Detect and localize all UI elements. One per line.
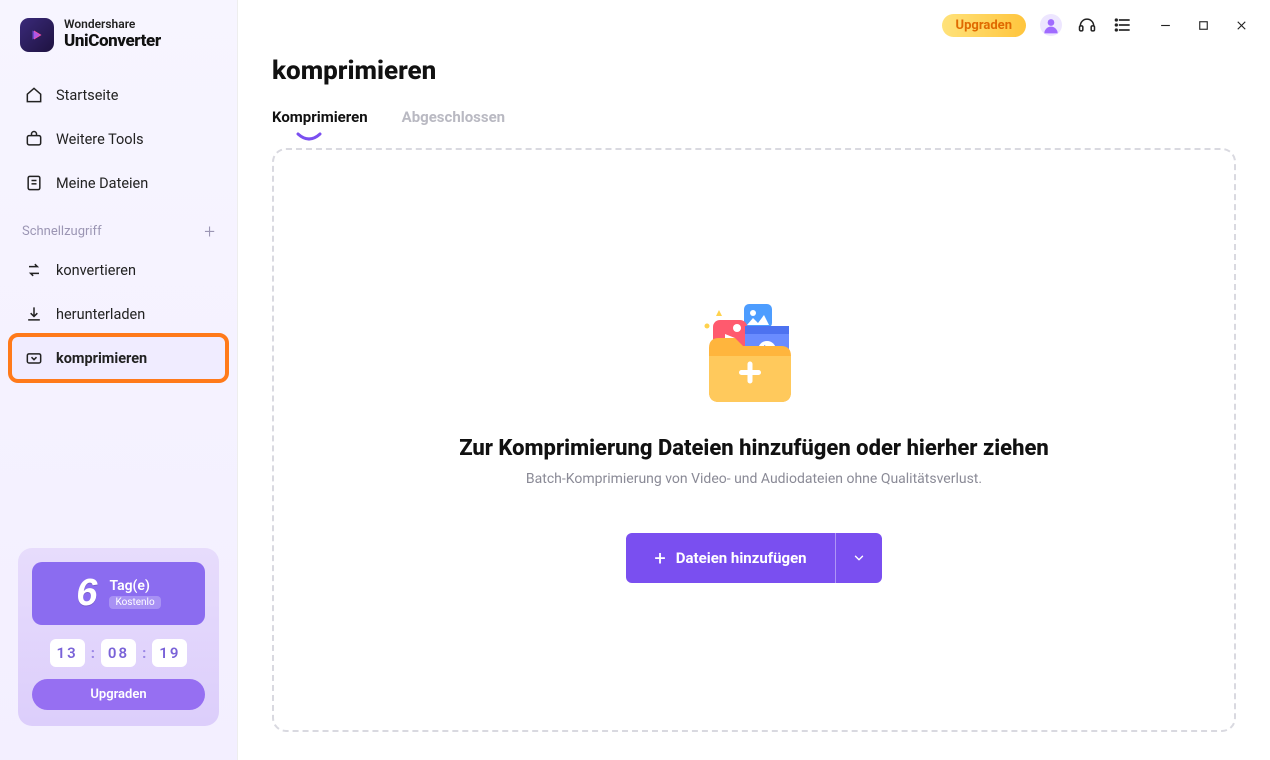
account-icon[interactable]	[1040, 14, 1062, 36]
quick-access-add-icon[interactable]: +	[204, 222, 215, 241]
sidebar-item-label: Startseite	[56, 87, 118, 104]
brand: Wondershare UniConverter	[0, 18, 237, 74]
sidebar-item-startseite[interactable]: Startseite	[12, 74, 225, 116]
tab-komprimieren[interactable]: Komprimieren	[272, 108, 368, 132]
trial-minutes: 08	[101, 639, 136, 667]
menu-list-icon[interactable]	[1112, 14, 1134, 36]
brand-wondershare: Wondershare	[64, 18, 161, 32]
main: Upgraden komprimieren Komprimieren Abges…	[238, 0, 1270, 760]
trial-upgrade-button[interactable]: Upgraden	[32, 679, 205, 710]
tab-underline-icon	[296, 128, 322, 138]
chevron-down-icon	[852, 551, 866, 565]
download-icon	[24, 304, 44, 324]
tab-label: Komprimieren	[272, 108, 368, 126]
window-close-icon[interactable]	[1230, 14, 1252, 36]
files-icon	[24, 173, 44, 193]
titlebar: Upgraden	[238, 0, 1270, 40]
dropzone-illustration-icon	[689, 298, 819, 418]
dropzone-subtext: Batch-Komprimierung von Video- und Audio…	[526, 471, 982, 487]
tab-label: Abgeschlossen	[402, 108, 505, 126]
trial-days-display: 6 Tag(e) Kostenlo	[32, 562, 205, 625]
trial-hours: 13	[50, 639, 85, 667]
sidebar-item-label: konvertieren	[56, 262, 136, 279]
add-files-dropdown-button[interactable]	[835, 533, 882, 583]
titlebar-upgrade-button[interactable]: Upgraden	[942, 14, 1026, 37]
compress-icon	[24, 348, 44, 368]
brand-uniconverter: UniConverter	[64, 32, 161, 52]
trial-days-number: 6	[76, 572, 97, 615]
home-icon	[24, 85, 44, 105]
plus-icon: +	[654, 546, 665, 570]
trial-seconds: 19	[152, 639, 187, 667]
sidebar-item-meine-dateien[interactable]: Meine Dateien	[12, 162, 225, 204]
trial-card: 6 Tag(e) Kostenlo 13 : 08 : 19 Upgraden	[18, 548, 219, 726]
convert-icon	[24, 260, 44, 280]
window-maximize-icon[interactable]	[1192, 14, 1214, 36]
dropzone-heading: Zur Komprimierung Dateien hinzufügen ode…	[459, 436, 1049, 461]
sidebar-item-konvertieren[interactable]: konvertieren	[12, 249, 225, 291]
headset-icon[interactable]	[1076, 14, 1098, 36]
page-title: komprimieren	[272, 56, 1236, 86]
trial-days-label: Tag(e)	[109, 578, 149, 594]
quick-access-header: Schnellzugriff +	[0, 204, 237, 249]
sidebar-item-label: komprimieren	[56, 350, 147, 367]
sidebar-item-komprimieren[interactable]: komprimieren	[12, 337, 225, 379]
quick-access-label: Schnellzugriff	[22, 224, 102, 239]
brand-logo-icon	[20, 18, 54, 52]
toolbox-icon	[24, 129, 44, 149]
sidebar-item-herunterladen[interactable]: herunterladen	[12, 293, 225, 335]
sidebar-item-label: Weitere Tools	[56, 131, 144, 148]
sidebar-item-weitere-tools[interactable]: Weitere Tools	[12, 118, 225, 160]
tabs: Komprimieren Abgeschlossen	[272, 108, 1236, 132]
sidebar-item-label: Meine Dateien	[56, 175, 148, 192]
sidebar: Wondershare UniConverter Startseite Weit…	[0, 0, 238, 760]
sidebar-item-label: herunterladen	[56, 306, 145, 323]
add-files-button[interactable]: + Dateien hinzufügen	[626, 533, 834, 583]
add-files-label: Dateien hinzufügen	[676, 549, 807, 567]
trial-countdown: 13 : 08 : 19	[32, 639, 205, 667]
window-minimize-icon[interactable]	[1154, 14, 1176, 36]
trial-free-label: Kostenlo	[109, 596, 160, 609]
dropzone[interactable]: Zur Komprimierung Dateien hinzufügen ode…	[272, 148, 1236, 732]
tab-abgeschlossen[interactable]: Abgeschlossen	[402, 108, 505, 132]
